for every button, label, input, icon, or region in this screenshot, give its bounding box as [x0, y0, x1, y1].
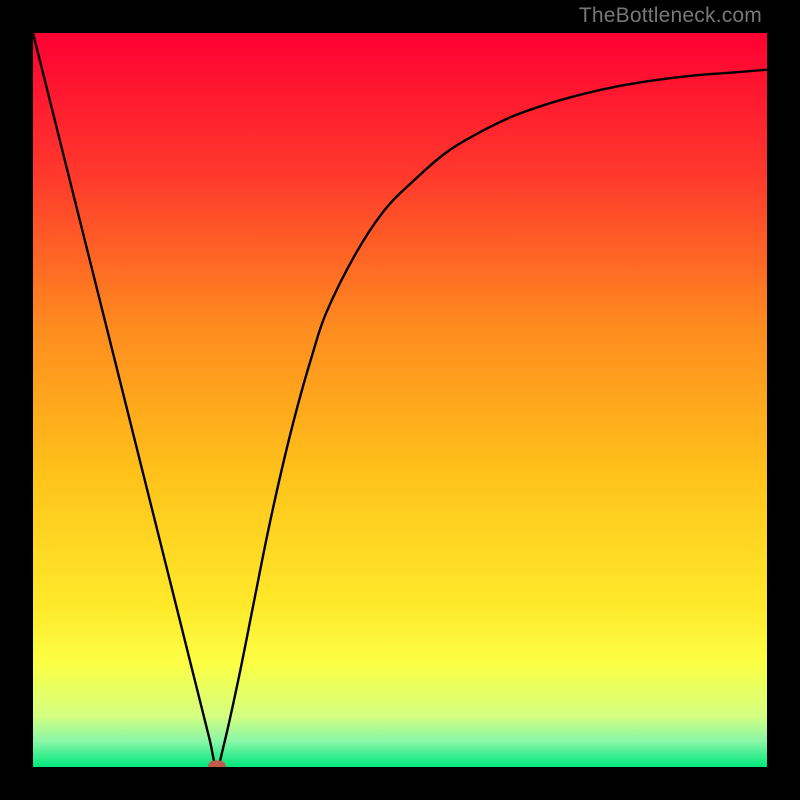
bottleneck-curve — [33, 33, 767, 767]
chart-frame: TheBottleneck.com — [0, 0, 800, 800]
optimal-point-marker — [208, 761, 226, 768]
plot-area — [33, 33, 767, 767]
watermark-text: TheBottleneck.com — [579, 4, 762, 28]
